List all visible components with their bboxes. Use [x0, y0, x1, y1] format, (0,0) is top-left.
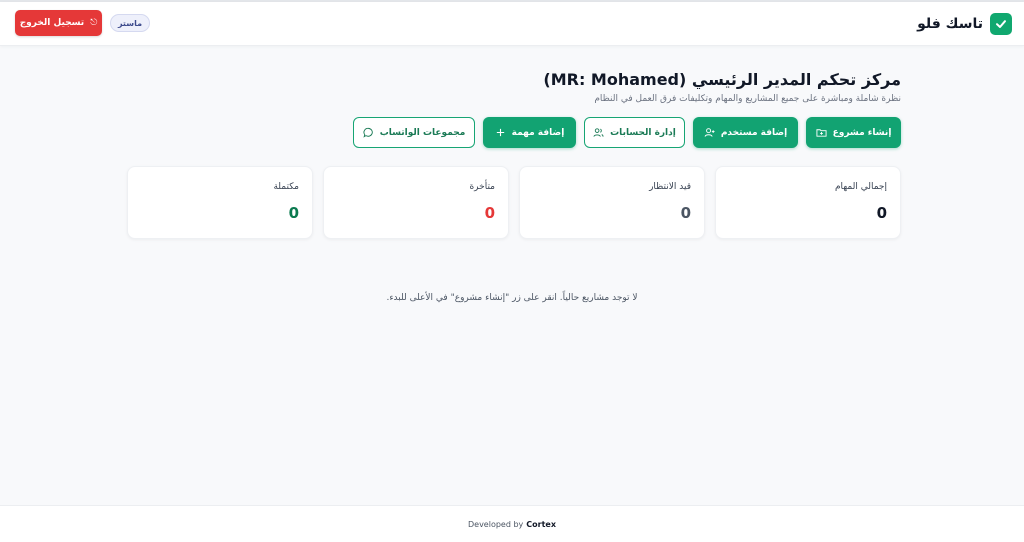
logout-label: تسجيل الخروج — [19, 18, 85, 28]
logout-icon: ⎋ — [90, 18, 98, 28]
stat-card-completed: مكتملة 0 — [127, 166, 313, 239]
footer: Developed by Cortex — [0, 505, 1024, 542]
manage-accounts-label: إدارة الحسابات — [610, 127, 676, 138]
add-user-label: إضافة مستخدم — [720, 127, 788, 138]
whatsapp-groups-button[interactable]: مجموعات الواتساب — [353, 117, 475, 148]
footer-prefix: Developed by — [467, 519, 524, 529]
stat-label: متأخرة — [469, 182, 495, 192]
folder-plus-icon — [816, 129, 827, 137]
app-name: تاسك فلو — [917, 16, 983, 32]
add-user-button[interactable]: إضافة مستخدم — [693, 117, 798, 148]
page-title: مركز تحكم المدير الرئيسي (MR: Mohamed) — [543, 70, 901, 89]
chat-bubble-icon — [363, 127, 373, 138]
stat-card-total-tasks: إجمالي المهام 0 — [715, 166, 901, 239]
app-header: تاسك فلو ⎋ تسجيل الخروج ماستر — [0, 2, 1024, 46]
stat-label: مكتملة — [273, 182, 299, 192]
page-subtitle: نظرة شاملة ومباشرة على جميع المشاريع وال… — [594, 94, 901, 104]
manage-accounts-button[interactable]: إدارة الحسابات — [584, 117, 685, 148]
create-project-label: إنشاء مشروع — [832, 127, 892, 138]
check-square-icon — [990, 13, 1012, 35]
add-task-button[interactable]: إضافة مهمة — [483, 117, 576, 148]
whatsapp-groups-label: مجموعات الواتساب — [379, 127, 466, 138]
role-badge: ماستر — [110, 14, 150, 32]
add-task-label: إضافة مهمة — [511, 127, 565, 138]
action-bar: إنشاء مشروع إضافة مستخدم إدارة الحسابات … — [353, 117, 901, 148]
stat-card-overdue: متأخرة 0 — [323, 166, 509, 239]
user-plus-icon — [704, 128, 715, 137]
stat-value: 0 — [680, 204, 691, 222]
stat-value: 0 — [876, 204, 887, 222]
stat-value: 0 — [484, 204, 495, 222]
plus-icon — [496, 128, 504, 137]
empty-state-message: لا توجد مشاريع حالياً. انقر على زر "إنشا… — [386, 293, 638, 303]
stats-cards: إجمالي المهام 0 قيد الانتظار 0 متأخرة 0 … — [127, 166, 901, 239]
brand[interactable]: تاسك فلو — [917, 13, 1012, 35]
stat-value: 0 — [288, 204, 299, 222]
users-icon — [593, 128, 604, 137]
stat-label: إجمالي المهام — [834, 182, 887, 192]
stat-card-pending: قيد الانتظار 0 — [519, 166, 705, 239]
stat-label: قيد الانتظار — [649, 182, 691, 192]
create-project-button[interactable]: إنشاء مشروع — [806, 117, 901, 148]
footer-brand: Cortex — [526, 519, 557, 529]
logout-button[interactable]: ⎋ تسجيل الخروج — [15, 10, 102, 36]
